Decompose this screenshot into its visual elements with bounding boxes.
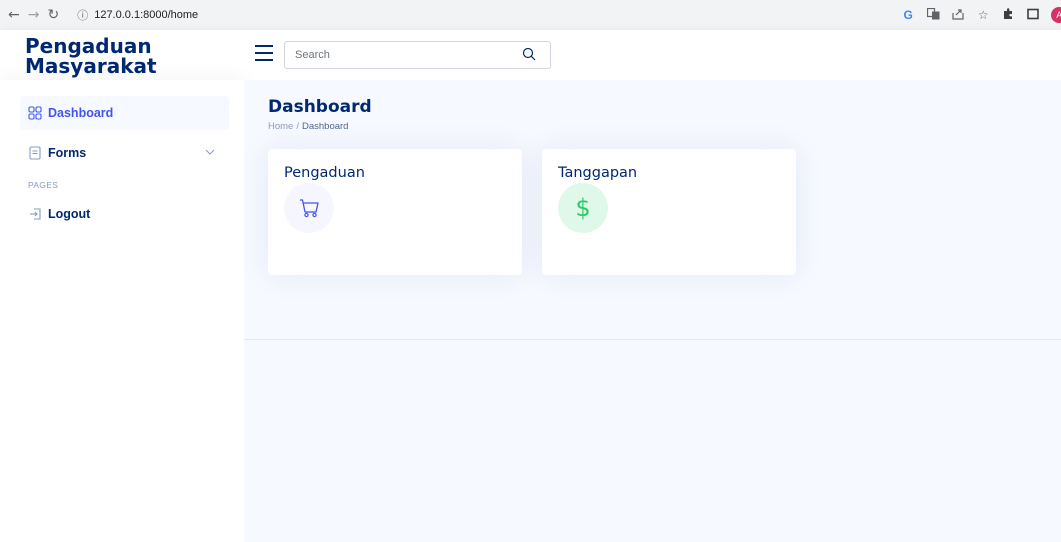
back-icon[interactable]: ← xyxy=(8,7,20,23)
profile-avatar[interactable]: A xyxy=(1051,7,1061,23)
dollar-icon: $ xyxy=(558,183,608,233)
address-bar[interactable]: ⓘ 127.0.0.1:8000/home xyxy=(71,4,902,26)
logo-line-2: Masyarakat xyxy=(25,54,157,78)
sidebar-item-label: Forms xyxy=(48,146,87,160)
search-icon[interactable] xyxy=(522,47,536,61)
breadcrumb-home[interactable]: Home xyxy=(268,121,293,132)
cart-icon xyxy=(300,199,319,218)
card-title: Pengaduan xyxy=(284,165,365,181)
form-icon xyxy=(29,146,41,160)
bookmark-star-icon[interactable]: ☆ xyxy=(976,8,990,22)
card-icon-circle xyxy=(284,183,334,233)
sidebar: Dashboard Forms PAGES Logout xyxy=(0,80,244,542)
sidebar-item-dashboard[interactable]: Dashboard xyxy=(20,96,229,130)
browser-toolbar: ← → ↻ ⓘ 127.0.0.1:8000/home G ☆ A xyxy=(0,0,1061,30)
tanggapan-card[interactable]: Tanggapan $ xyxy=(542,149,796,275)
pengaduan-card[interactable]: Pengaduan xyxy=(268,149,522,275)
logo-line-1: Pengaduan xyxy=(25,34,152,58)
site-info-icon[interactable]: ⓘ xyxy=(77,7,88,23)
extensions-icon[interactable] xyxy=(1001,7,1015,23)
breadcrumb-separator: / xyxy=(296,121,299,132)
card-title: Tanggapan xyxy=(558,165,638,181)
browser-actions: G ☆ A xyxy=(901,7,1061,23)
translate-icon[interactable] xyxy=(926,7,940,23)
search-input[interactable] xyxy=(295,49,515,61)
side-panel-icon[interactable] xyxy=(1026,8,1040,23)
app-header: Pengaduan Masyarakat xyxy=(0,30,1061,80)
breadcrumb: Home / Dashboard xyxy=(268,121,348,132)
forward-icon[interactable]: → xyxy=(28,7,40,23)
content-divider xyxy=(244,339,1061,340)
app-logo[interactable]: Pengaduan Masyarakat xyxy=(25,36,157,76)
sidebar-section-heading: PAGES xyxy=(28,180,59,190)
chevron-down-icon[interactable] xyxy=(205,147,215,157)
share-icon[interactable] xyxy=(951,8,965,23)
sidebar-item-logout[interactable]: Logout xyxy=(20,197,229,231)
main-content: Dashboard Home / Dashboard Pengaduan Tangg… xyxy=(244,80,1061,542)
breadcrumb-current: Dashboard xyxy=(301,121,349,132)
url-text: 127.0.0.1:8000/home xyxy=(94,9,199,21)
page-title: Dashboard xyxy=(268,97,372,117)
grid-icon xyxy=(28,106,42,120)
logout-icon xyxy=(30,208,41,220)
sidebar-item-label: Logout xyxy=(48,207,91,221)
menu-toggle-icon[interactable] xyxy=(255,45,273,61)
search-bar xyxy=(284,41,551,69)
google-icon[interactable]: G xyxy=(901,8,915,22)
sidebar-item-label: Dashboard xyxy=(48,106,114,120)
reload-icon[interactable]: ↻ xyxy=(47,7,59,23)
sidebar-item-forms[interactable]: Forms xyxy=(20,136,229,170)
